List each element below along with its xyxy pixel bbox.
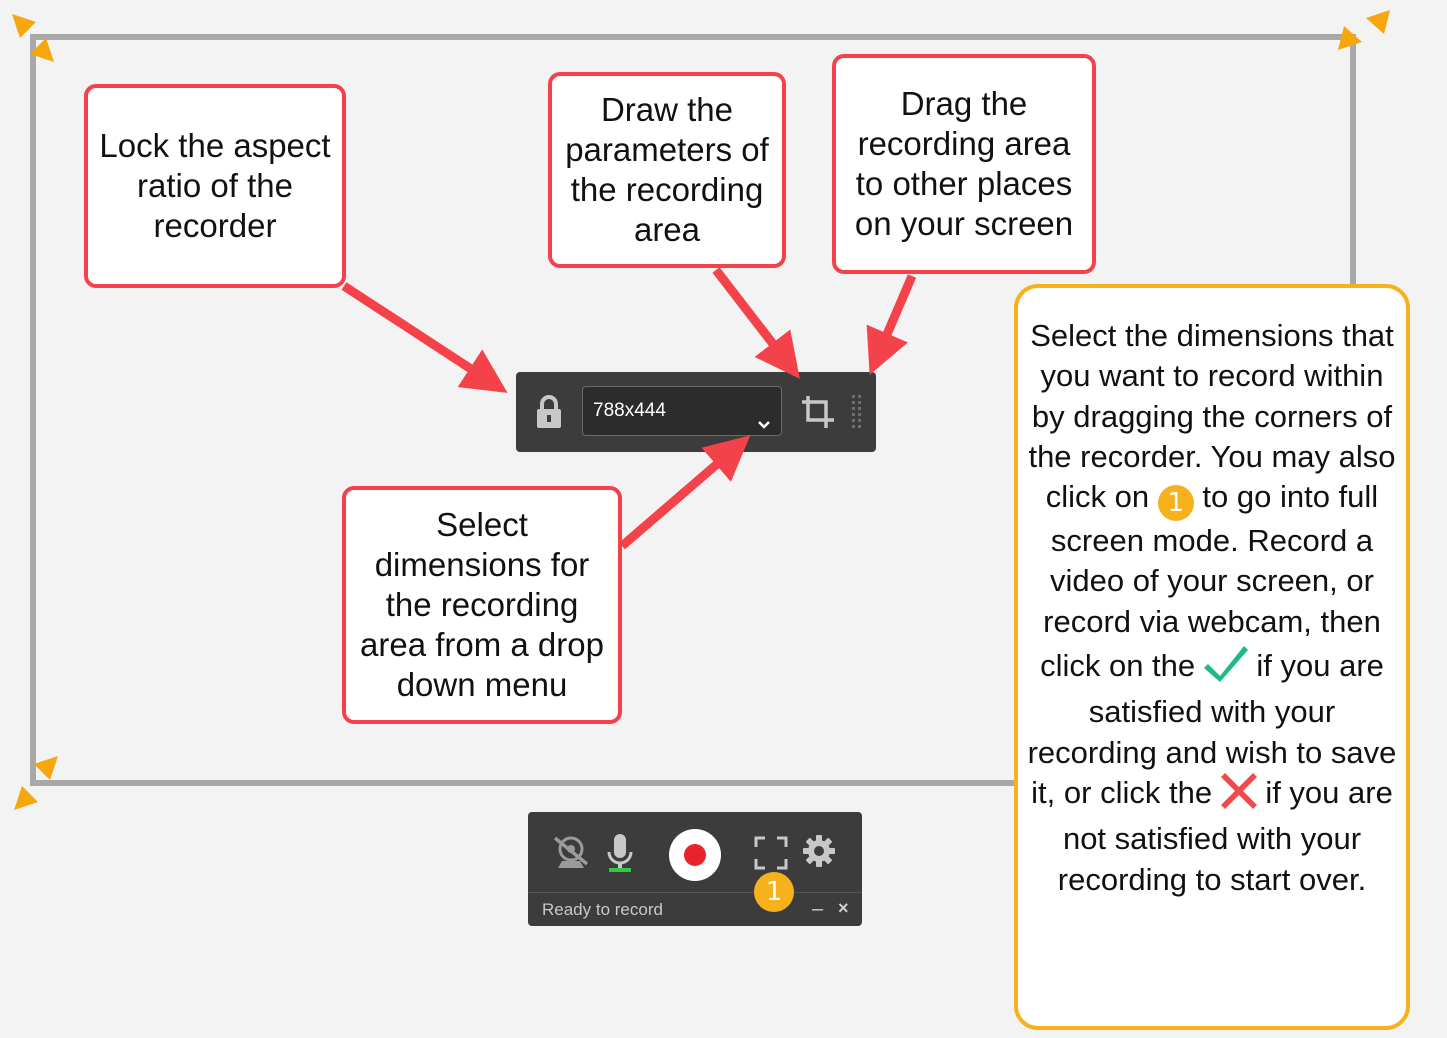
- arrow-crop: [712, 267, 800, 379]
- arrow-drag: [866, 274, 917, 375]
- arrow-dropdown: [619, 435, 751, 550]
- pointer-arrows: [341, 267, 917, 550]
- arrow-lock: [341, 282, 508, 393]
